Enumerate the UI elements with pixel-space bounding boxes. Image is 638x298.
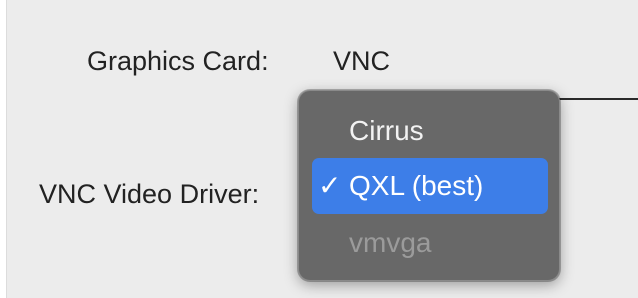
video-driver-dropdown-menu[interactable]: Cirrus ✓ QXL (best) vmvga	[298, 90, 560, 281]
menu-item-cirrus[interactable]: Cirrus	[312, 103, 548, 159]
menu-item-label: vmvga	[349, 227, 432, 258]
menu-item-label: Cirrus	[349, 115, 424, 146]
separator-line	[557, 98, 638, 100]
checkmark-icon: ✓	[318, 170, 342, 201]
menu-item-vmvga: vmvga	[312, 215, 548, 271]
menu-item-qxl[interactable]: ✓ QXL (best)	[312, 158, 548, 214]
vnc-video-driver-label: VNC Video Driver:	[39, 179, 260, 209]
menu-item-label: QXL (best)	[349, 170, 484, 201]
graphics-card-label: Graphics Card:	[87, 46, 269, 76]
graphics-card-value[interactable]: VNC	[333, 48, 390, 75]
